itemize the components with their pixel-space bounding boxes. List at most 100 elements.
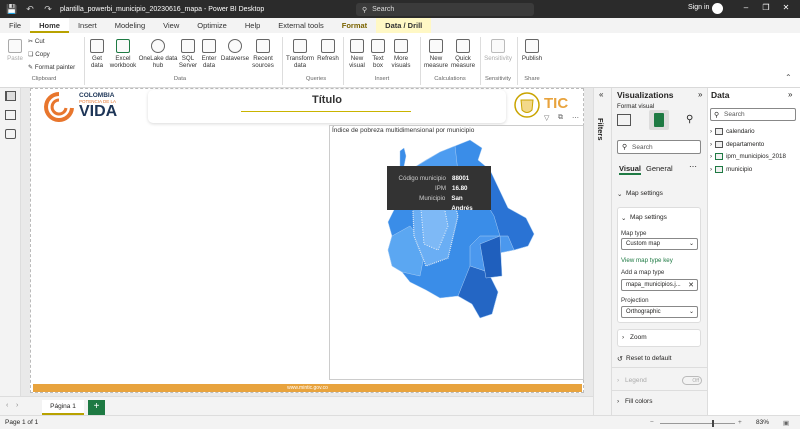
collapse-data-icon[interactable]: » (788, 90, 792, 99)
chevron-down-icon: ⌄ (688, 241, 694, 247)
more-visuals-button[interactable]: More visuals (388, 39, 414, 69)
field-table-calendario[interactable]: › calendario (710, 128, 755, 135)
text-box-button[interactable]: Text box (368, 39, 388, 69)
zoom-out-icon[interactable]: − (650, 419, 654, 426)
data-search-input[interactable]: ⚲ Search (710, 108, 796, 121)
copy-button[interactable]: ❏ Copy (28, 51, 50, 58)
sensitivity-button[interactable]: Sensitivity (482, 39, 514, 62)
chevron-down-icon[interactable]: ⌄ (617, 190, 622, 198)
recent-sources-button[interactable]: Recent sources (250, 39, 276, 69)
zoom-card[interactable]: › Zoom (617, 329, 701, 347)
tab-external-tools[interactable]: External tools (269, 18, 332, 33)
get-data-button[interactable]: Get data (86, 39, 108, 69)
view-map-type-key-link[interactable]: View map type key (621, 257, 673, 264)
chevron-right-icon[interactable]: › (617, 377, 619, 384)
table-icon (202, 39, 216, 53)
format-visual-tab[interactable] (649, 110, 669, 130)
field-table-departamento[interactable]: › departamento (710, 141, 764, 148)
zoom-in-icon[interactable]: + (738, 419, 742, 426)
projection-dropdown[interactable]: Orthographic ⌄ (621, 306, 698, 318)
chevron-down-icon: ⌄ (688, 309, 694, 315)
chevron-right-icon: › (710, 141, 713, 148)
tab-modeling[interactable]: Modeling (106, 18, 154, 33)
focus-mode-icon[interactable]: ⧉ (558, 114, 563, 122)
paste-button[interactable]: Paste (5, 39, 25, 62)
zoom-slider-thumb[interactable] (712, 420, 714, 427)
close-icon[interactable]: ✕ (688, 280, 694, 291)
viz-search-input[interactable]: ⚲ Search (617, 140, 701, 154)
format-painter-button[interactable]: ✎ Format painter (28, 64, 75, 71)
refresh-button[interactable]: Refresh (316, 39, 340, 62)
collapse-ribbon-icon[interactable]: ⌃ (785, 73, 792, 82)
more-options-icon[interactable]: ⋯ (689, 162, 697, 171)
sign-in-link[interactable]: Sign in (688, 4, 709, 11)
field-table-ipm-municipios[interactable]: › ipm_municipios_2018 (710, 153, 786, 160)
expand-filters-icon[interactable]: « (599, 90, 603, 99)
model-view-icon[interactable] (5, 129, 16, 139)
analytics-icon[interactable]: ⚲ (686, 114, 693, 125)
tab-general[interactable]: General (646, 164, 673, 173)
close-icon[interactable]: ✕ (780, 3, 792, 15)
account-icon[interactable] (712, 3, 723, 14)
legend-toggle[interactable]: Off (682, 376, 702, 385)
onelake-button[interactable]: OneLake data hub (138, 39, 178, 69)
title-search-box[interactable]: ⚲ Search (356, 3, 534, 16)
new-measure-button[interactable]: New measure (422, 39, 450, 69)
sql-server-button[interactable]: SQL Server (178, 39, 198, 69)
map-visual[interactable]: Índice de pobreza multidimensional por m… (329, 114, 585, 381)
tic-logo: TIC (544, 95, 569, 112)
filter-visual-icon[interactable]: ▽ (544, 114, 549, 122)
map-file-field[interactable]: mapa_municipios.j... ✕ (621, 279, 698, 291)
quick-measure-button[interactable]: Quick measure (450, 39, 476, 69)
card-map-settings[interactable]: Map settings (630, 214, 667, 221)
cut-button[interactable]: ✂ Cut (28, 38, 45, 45)
tab-optimize[interactable]: Optimize (188, 18, 236, 33)
collapse-viz-icon[interactable]: » (698, 90, 702, 99)
tab-file[interactable]: File (0, 18, 30, 33)
zoom-slider[interactable] (660, 423, 735, 424)
fit-page-icon[interactable]: ▣ (783, 419, 789, 427)
publish-icon (525, 39, 539, 53)
page-nav-right-icon[interactable]: › (16, 402, 18, 409)
colombia-map[interactable] (330, 126, 585, 381)
field-table-municipio[interactable]: › municipio (710, 166, 752, 173)
section-map-settings[interactable]: Map settings (626, 190, 663, 197)
reset-icon[interactable]: ↺ (617, 355, 623, 363)
map-type-dropdown[interactable]: Custom map ⌄ (621, 238, 698, 250)
tab-data-drill[interactable]: Data / Drill (376, 18, 432, 33)
group-label-share: Share (524, 76, 540, 82)
more-options-icon[interactable]: ⋯ (572, 114, 579, 122)
tab-help[interactable]: Help (236, 18, 269, 33)
fill-colors-section-label[interactable]: Fill colors (625, 398, 652, 405)
transform-data-button[interactable]: Transform data (285, 39, 315, 69)
undo-icon[interactable]: ↶ (24, 3, 36, 15)
excel-workbook-button[interactable]: Excel workbook (108, 39, 138, 69)
legend-section-label[interactable]: Legend (625, 377, 647, 384)
page-nav-left-icon[interactable]: ‹ (6, 402, 8, 409)
redo-icon[interactable]: ↷ (42, 3, 54, 15)
chevron-right-icon[interactable]: › (617, 398, 619, 405)
maximize-icon[interactable]: ❐ (760, 3, 772, 15)
table-view-icon[interactable] (5, 110, 16, 120)
new-visual-button[interactable]: New visual (346, 39, 368, 69)
title-card[interactable]: Título (148, 90, 506, 123)
dataverse-button[interactable]: Dataverse (220, 39, 250, 62)
menu-bar: File Home Insert Modeling View Optimize … (0, 18, 800, 33)
legend-toggle-state: Off (692, 378, 699, 384)
publish-button[interactable]: Publish (520, 39, 544, 62)
tab-home[interactable]: Home (30, 18, 69, 33)
page-tab[interactable]: Página 1 (42, 400, 84, 415)
build-visual-icon[interactable] (617, 114, 631, 126)
save-icon[interactable]: 💾 (6, 3, 18, 15)
tab-insert[interactable]: Insert (69, 18, 106, 33)
chevron-down-icon[interactable]: ⌄ (621, 214, 626, 222)
tab-format[interactable]: Format (333, 18, 376, 33)
enter-data-button[interactable]: Enter data (198, 39, 220, 69)
minimize-icon[interactable]: – (740, 3, 752, 15)
tab-visual[interactable]: Visual (619, 164, 641, 175)
add-page-button[interactable]: + (88, 400, 105, 415)
tab-view[interactable]: View (154, 18, 188, 33)
reset-to-default-link[interactable]: Reset to default (626, 355, 672, 362)
report-view-icon[interactable] (5, 91, 16, 101)
filters-pane-collapsed[interactable]: « Filters (593, 88, 611, 415)
